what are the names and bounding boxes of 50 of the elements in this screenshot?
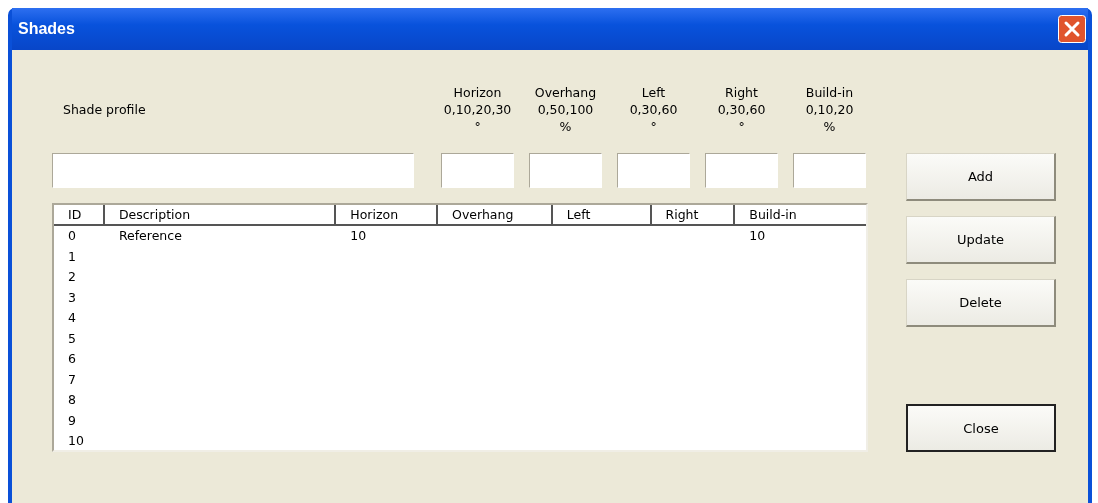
table-cell-text: 0 [67,227,77,245]
parameter-name: Overhang [534,83,597,101]
parameter-input-field[interactable] [529,153,602,188]
table-cell-text: 10 [67,432,85,450]
profile-label: Shade profile [62,101,147,117]
parameter-name: Left [641,83,666,101]
parameter-input-field[interactable] [441,153,514,188]
parameter-range: 0,10,20 [805,100,854,118]
column-header[interactable]: Horizon [336,205,439,224]
parameter-unit: ° [474,117,481,135]
profile-input-field[interactable] [52,153,414,188]
window-title: Shades [18,20,75,38]
dialog-button[interactable]: Add [906,153,1056,201]
table-cell-text: Reference [117,227,183,245]
parameter-name: Horizon [453,83,502,101]
column-header[interactable]: Build-in [735,205,866,224]
parameter-name: Right [725,83,758,101]
table-cell-text: 6 [67,350,77,368]
column-header[interactable]: ID [54,205,105,224]
column-header[interactable]: Right [651,205,736,224]
column-header[interactable]: Overhang [438,205,553,224]
dialog-button[interactable]: Update [906,216,1056,264]
table-cell-text: 10 [748,227,767,245]
parameter-unit: % [559,117,572,135]
parameter-input-field[interactable] [793,153,866,188]
close-icon[interactable] [1058,15,1086,43]
parameter-input-field[interactable] [617,153,690,188]
dialog-button[interactable]: Delete [906,279,1056,327]
table-cell-text: 7 [67,370,77,389]
table-cell-text: 1 [67,247,77,266]
column-header[interactable]: Left [552,205,652,224]
column-header[interactable]: Description [104,205,337,224]
parameter-name: Build-in [805,83,854,101]
parameter-range: 0,10,20,30 [443,100,512,118]
table-cell-text: 2 [67,268,77,286]
shades-list[interactable]: ID Description Horizon Overhang Left Right Build-in 0 Reference 10 10 1 2 3 4 5 6 7 8 9 10 [52,203,868,452]
table-cell-text: 3 [67,288,77,307]
parameter-unit: ° [738,117,745,135]
parameter-range: 0,30,60 [717,100,766,118]
table-cell-text: 4 [67,309,77,327]
parameter-unit: ° [650,117,657,135]
dialog-button[interactable]: Close [906,404,1056,452]
table-cell-text: 9 [67,411,77,430]
table-cell-text: 5 [67,329,77,348]
table-cell-text: 10 [349,227,368,245]
parameter-input-field[interactable] [705,153,778,188]
parameter-range: 0,50,100 [537,100,594,118]
parameter-unit: % [823,117,836,135]
parameter-range: 0,30,60 [629,100,678,118]
table-cell-text: 8 [67,391,77,409]
